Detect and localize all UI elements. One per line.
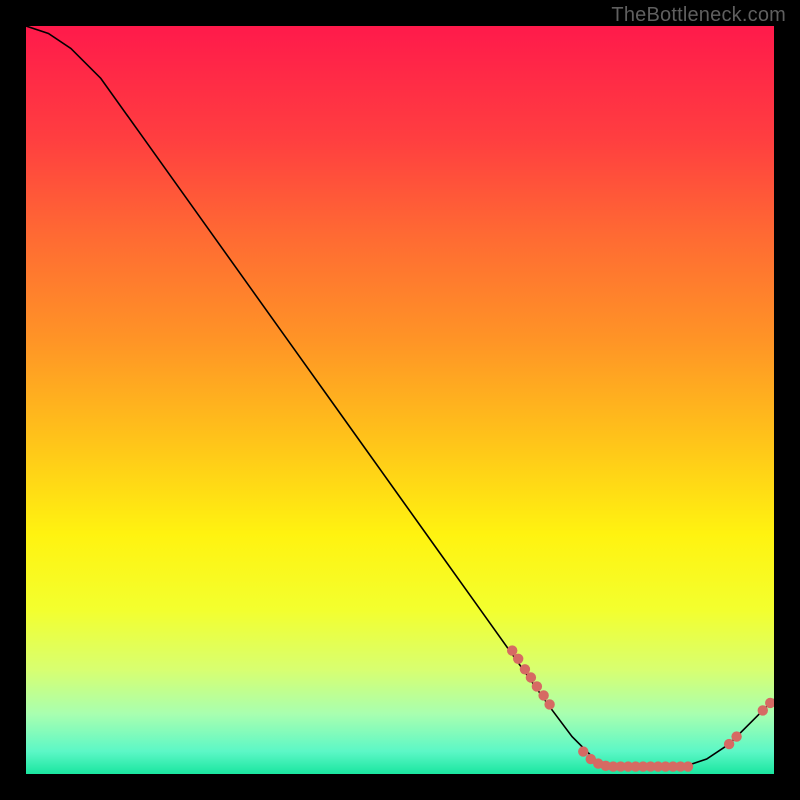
highlight-dot [731, 731, 741, 741]
highlight-dot [544, 699, 554, 709]
highlight-dot [526, 672, 536, 682]
highlight-dot [758, 705, 768, 715]
highlight-dot [578, 746, 588, 756]
highlight-dot [724, 739, 734, 749]
chart-stage: TheBottleneck.com [0, 0, 800, 800]
gradient-background [26, 26, 774, 774]
highlight-dot [532, 681, 542, 691]
highlight-dot [538, 690, 548, 700]
plot-svg [26, 26, 774, 774]
watermark-text: TheBottleneck.com [611, 4, 786, 27]
highlight-dot [683, 761, 693, 771]
plot-area [26, 26, 774, 774]
highlight-dot [513, 654, 523, 664]
